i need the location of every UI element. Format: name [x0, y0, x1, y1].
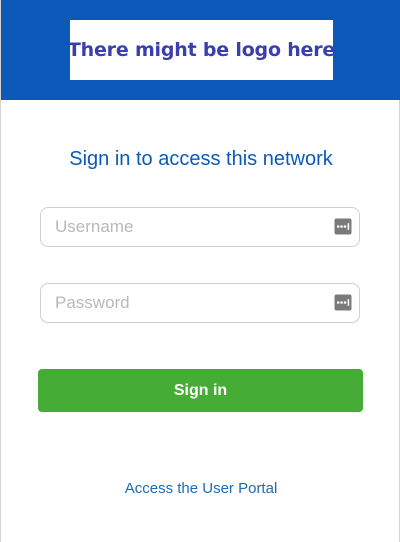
header-banner: There might be logo here	[1, 0, 400, 100]
password-manager-icon[interactable]	[334, 218, 352, 235]
password-input[interactable]	[55, 284, 325, 322]
user-portal-link[interactable]: Access the User Portal	[1, 480, 400, 497]
page-title: Sign in to access this network	[69, 148, 333, 170]
password-field[interactable]	[40, 283, 360, 323]
login-card: There might be logo here Sign in to acce…	[0, 0, 400, 542]
sign-in-button[interactable]: Sign in	[38, 369, 363, 412]
username-field[interactable]	[40, 207, 360, 247]
logo-text: There might be logo here	[67, 39, 336, 61]
password-manager-icon[interactable]	[334, 294, 352, 311]
logo-placeholder: There might be logo here	[67, 20, 336, 80]
username-input[interactable]	[55, 208, 325, 246]
